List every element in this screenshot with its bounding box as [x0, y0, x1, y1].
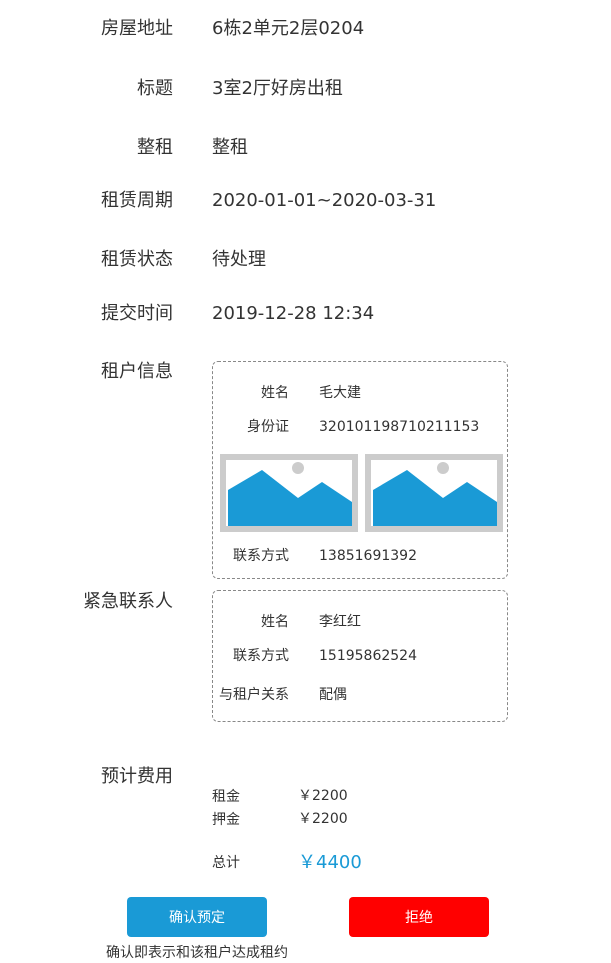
confirm-note: 确认即表示和该租户达成租约: [106, 945, 288, 961]
field-title: 标题 3室2厅好房出租: [0, 74, 611, 104]
image-placeholder-icon: [373, 462, 497, 526]
emergency-relation-row: 与租户关系 配偶: [213, 685, 507, 705]
emergency-phone-label: 联系方式: [233, 648, 289, 664]
tenant-phone-label: 联系方式: [233, 548, 289, 564]
field-submit-time: 提交时间 2019-12-28 12:34: [0, 299, 611, 329]
tenant-section-label: 租户信息: [101, 361, 173, 382]
image-placeholder-icon: [228, 462, 352, 526]
confirm-booking-button[interactable]: 确认预定: [127, 897, 267, 937]
emergency-card: 姓名 李红红 联系方式 15195862524 与租户关系 配偶: [212, 590, 508, 722]
tenant-id-value: 320101198710211153: [319, 419, 480, 435]
rent-label: 租金: [212, 789, 240, 805]
emergency-relation-value: 配偶: [319, 687, 347, 703]
field-value: 2019-12-28 12:34: [212, 303, 375, 324]
field-house-address: 房屋地址 6栋2单元2层0204: [0, 14, 611, 44]
rent-value: ￥2200: [298, 788, 348, 804]
field-label: 整租: [137, 137, 173, 158]
tenant-id-row: 身份证 320101198710211153: [213, 417, 507, 437]
emergency-phone-value: 15195862524: [319, 648, 417, 664]
id-photo-back[interactable]: [365, 454, 503, 532]
emergency-relation-label: 与租户关系: [219, 687, 289, 703]
emergency-name-label: 姓名: [261, 614, 289, 630]
field-value: 2020-01-01~2020-03-31: [212, 190, 437, 211]
field-lease-period: 租赁周期 2020-01-01~2020-03-31: [0, 186, 611, 216]
fees-section-label: 预计费用: [101, 766, 173, 787]
field-label: 租赁状态: [101, 249, 173, 270]
emergency-name-value: 李红红: [319, 614, 361, 630]
tenant-id-label: 身份证: [247, 419, 289, 435]
field-value: 3室2厅好房出租: [212, 78, 343, 99]
emergency-phone-row: 联系方式 15195862524: [213, 646, 507, 666]
tenant-phone-value: 13851691392: [319, 548, 417, 564]
emergency-section-label: 紧急联系人: [83, 591, 173, 612]
tenant-name-value: 毛大建: [319, 385, 361, 401]
tenant-phone-row: 联系方式 13851691392: [213, 546, 507, 566]
field-label: 房屋地址: [101, 18, 173, 39]
field-value: 待处理: [212, 249, 266, 270]
emergency-name-row: 姓名 李红红: [213, 612, 507, 632]
field-value: 6栋2单元2层0204: [212, 18, 365, 39]
field-label: 标题: [137, 78, 173, 99]
total-value: ￥4400: [298, 852, 362, 873]
field-value: 整租: [212, 137, 248, 158]
field-rent-type: 整租 整租: [0, 133, 611, 163]
deposit-label: 押金: [212, 812, 240, 828]
tenant-name-label: 姓名: [261, 385, 289, 401]
total-label: 总计: [212, 855, 240, 871]
id-photo-front[interactable]: [220, 454, 358, 532]
reject-button[interactable]: 拒绝: [349, 897, 489, 937]
tenant-card: 姓名 毛大建 身份证 320101198710211153 联系方式 13851…: [212, 361, 508, 579]
field-lease-status: 租赁状态 待处理: [0, 245, 611, 275]
field-label: 租赁周期: [101, 190, 173, 211]
deposit-value: ￥2200: [298, 811, 348, 827]
tenant-name-row: 姓名 毛大建: [213, 383, 507, 403]
field-label: 提交时间: [101, 303, 173, 324]
